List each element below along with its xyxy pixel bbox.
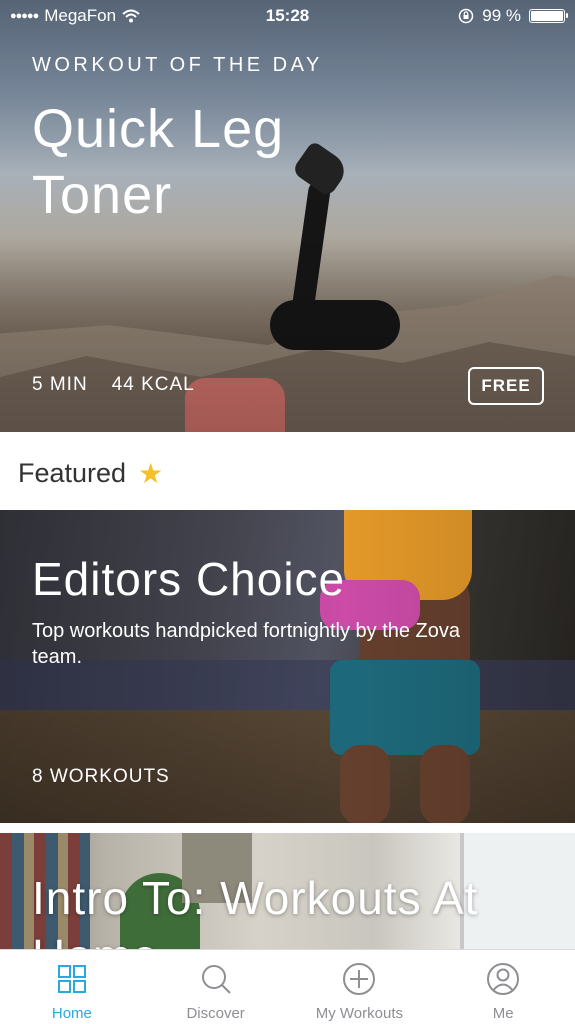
battery-percent: 99 % [482, 6, 521, 25]
grid-icon [55, 962, 89, 996]
tab-home[interactable]: Home [0, 950, 144, 1024]
tab-me[interactable]: Me [431, 950, 575, 1024]
hero-calories: 44 KCAL [111, 374, 195, 395]
search-icon [199, 962, 233, 996]
free-badge-button[interactable]: FREE [468, 367, 544, 405]
hero-eyebrow: WORKOUT OF THE DAY [32, 54, 323, 76]
featured-label: Featured [18, 458, 127, 488]
status-right: 99 % [458, 6, 568, 26]
intro-workouts-at-home-card[interactable]: Intro To: Workouts At Home [0, 833, 575, 949]
workout-of-the-day-card[interactable]: ●●●●● MegaFon 15:28 99 % WORKOUT OF THE … [0, 0, 575, 432]
card-title: Editors Choice [32, 553, 346, 605]
tab-label: Discover [186, 1005, 245, 1022]
card-title: Intro To: Workouts At Home [32, 872, 479, 949]
tab-label: Me [492, 1005, 514, 1022]
profile-icon [486, 962, 520, 996]
home-screen: ●●●●● MegaFon 15:28 99 % WORKOUT OF THE … [0, 0, 575, 1024]
tab-bar: Home Discover My Workouts Me [0, 949, 575, 1024]
status-bar: ●●●●● MegaFon 15:28 99 % [0, 0, 575, 32]
hero-title: Quick Leg Toner [32, 99, 285, 225]
tab-my-workouts[interactable]: My Workouts [288, 950, 432, 1024]
battery-icon [529, 9, 568, 23]
featured-header: Featured ★ [18, 458, 163, 489]
plus-circle-icon [342, 962, 376, 996]
tab-label: Home [51, 1005, 92, 1022]
star-icon: ★ [138, 457, 164, 489]
editors-choice-card[interactable]: Editors Choice Top workouts handpicked f… [0, 510, 575, 823]
tab-label: My Workouts [315, 1005, 403, 1022]
battery-fill [531, 11, 563, 21]
hero-stats: 5 MIN 44 KCAL [32, 374, 195, 396]
rotation-lock-icon [459, 8, 474, 24]
card-description: Top workouts handpicked fortnightly by t… [32, 620, 461, 668]
card-workout-count: 8 WORKOUTS [32, 766, 170, 787]
hero-duration: 5 MIN [32, 374, 88, 395]
tab-discover[interactable]: Discover [144, 950, 288, 1024]
